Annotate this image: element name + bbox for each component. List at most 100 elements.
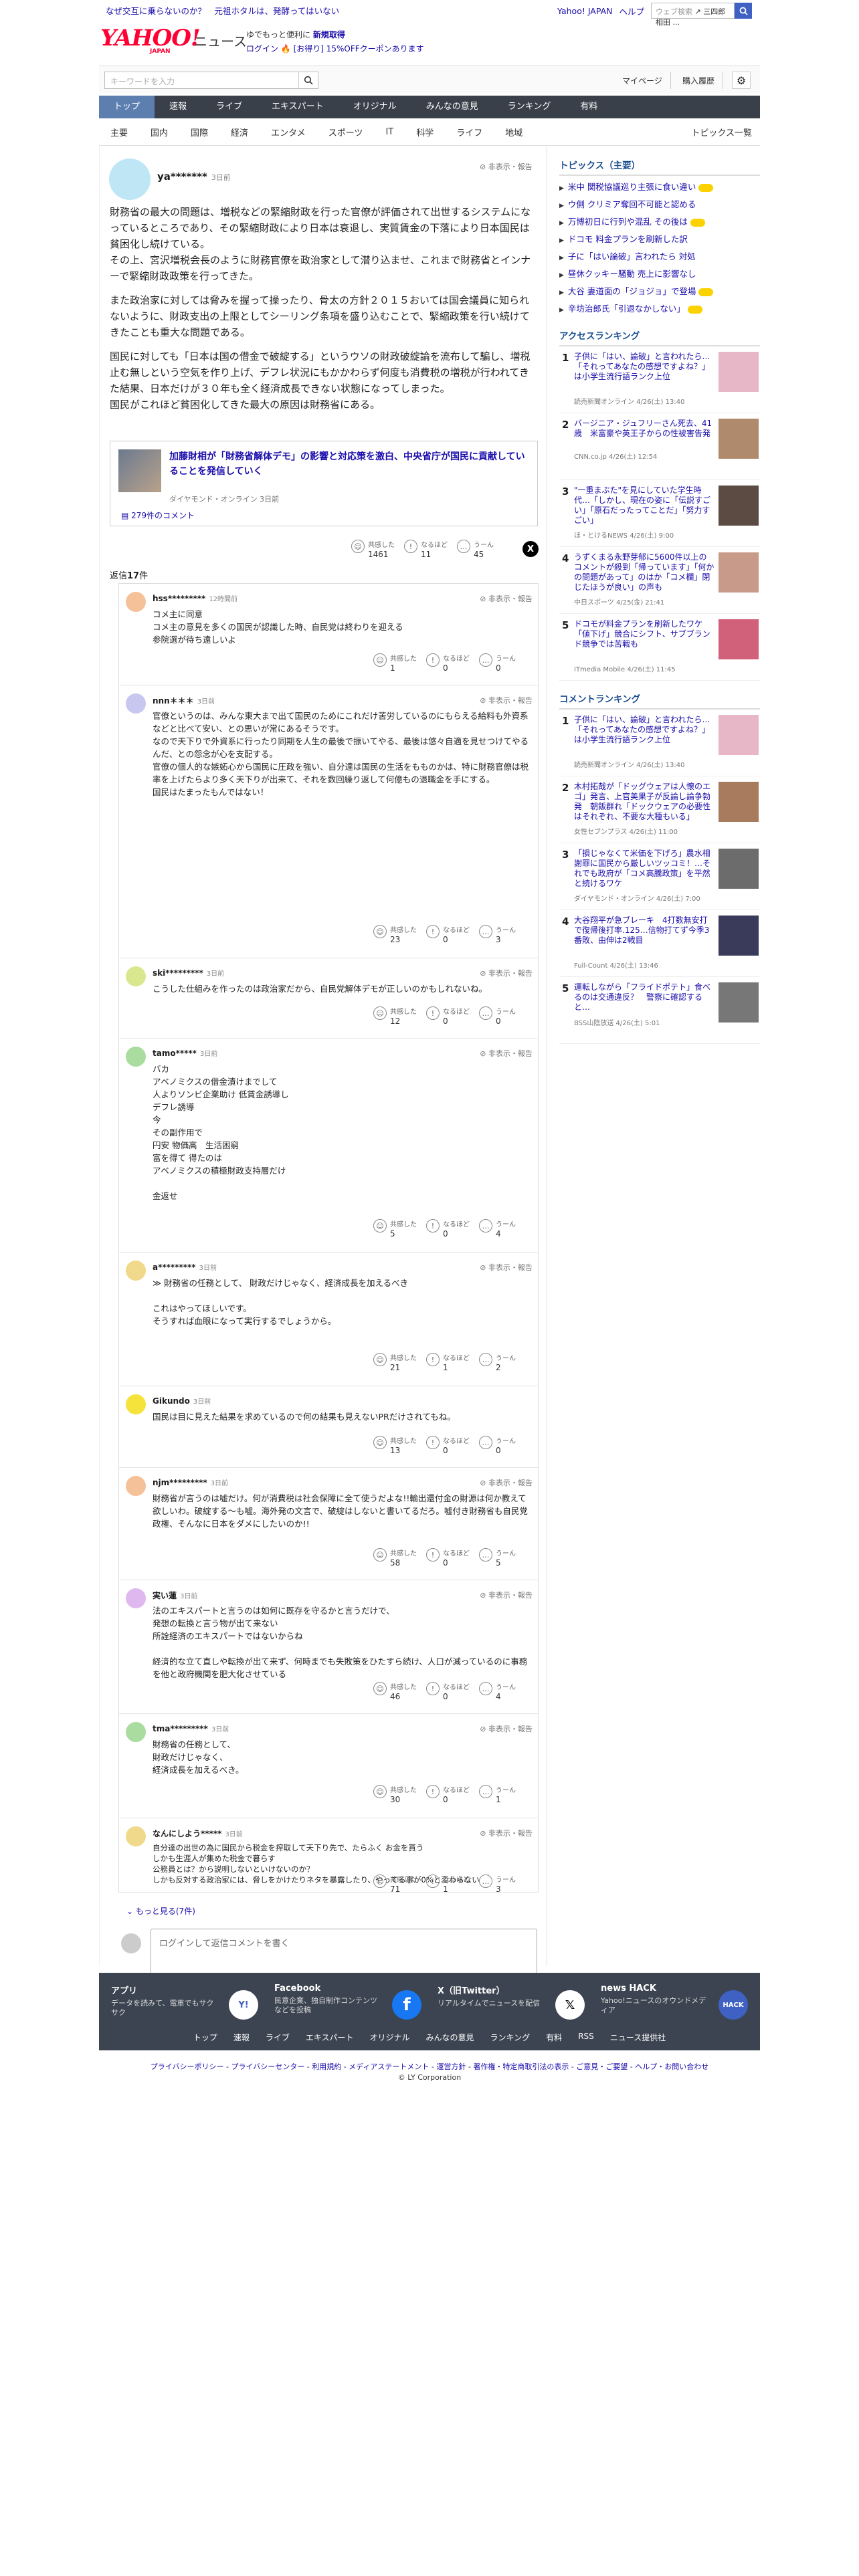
nav-original[interactable]: オリジナル: [339, 96, 411, 118]
reaction-insight[interactable]: ! なるほど 0: [426, 653, 470, 673]
reply-comment-input[interactable]: ログインして返信コメントを書く: [151, 1929, 537, 1977]
topic-item[interactable]: ▶ 子に「はい論破」言われたら 対処: [559, 248, 760, 265]
reply-author[interactable]: Gikundo 3日前: [153, 1396, 211, 1406]
hide-report-button[interactable]: ⊘ 非表示・報告: [480, 1590, 533, 1600]
nav-expert[interactable]: エキスパート: [257, 96, 339, 118]
reply-author[interactable]: なんにしよう***** 3日前: [153, 1828, 243, 1839]
ranking-item[interactable]: 2 バージニア・ジュフリーさん死去、41歳 米富豪や英王子からの性被害告発 CNN.…: [559, 413, 760, 480]
reaction-hmm[interactable]: … うーん 4: [479, 1219, 516, 1239]
signup-link[interactable]: 新規取得: [313, 30, 345, 39]
footer-nav-item[interactable]: ランキング: [490, 2032, 531, 2043]
reaction-hmm[interactable]: … うーん 0: [479, 1006, 516, 1026]
reaction-hmm[interactable]: … うーん 45: [457, 540, 494, 559]
reaction-insight[interactable]: ! なるほど 0: [426, 1548, 470, 1568]
cat-entertainment[interactable]: エンタメ: [260, 126, 317, 138]
cat-domestic[interactable]: 国内: [139, 126, 179, 138]
reply-author[interactable]: 実い蓮 3日前: [153, 1590, 197, 1601]
nav-breaking[interactable]: 速報: [155, 96, 201, 118]
hide-report-button[interactable]: ⊘ 非表示・報告: [480, 593, 533, 604]
topic-item[interactable]: ▶ 辛坊治郎氏「引退なかしない」: [559, 300, 760, 318]
footer-facebook[interactable]: Facebook 民意企業、独自制作コンテンツなどを投稿 f: [274, 1983, 428, 2020]
topic-item[interactable]: ▶ 大谷 妻道面の「ジョジョ」で登場: [559, 283, 760, 300]
footer-app[interactable]: アプリ データを読みて、電車でもサクサク Y!: [111, 1983, 265, 2020]
reaction-hmm[interactable]: … うーん 3: [479, 1874, 516, 1894]
nav-ranking[interactable]: ランキング: [493, 96, 566, 118]
topic-item[interactable]: ▶ 昼休クッキー騒動 売上に影響なし: [559, 265, 760, 283]
ranking-item[interactable]: 5 ドコモが料金プランを刷新したワケ 「値下げ」競合にシフト、サブブランド競争では…: [559, 614, 760, 681]
footer-nav-item[interactable]: 有料: [546, 2032, 562, 2043]
hide-report-button[interactable]: ⊘ 非表示・報告: [480, 695, 533, 706]
hide-report-button[interactable]: ⊘ 非表示・報告: [480, 1723, 533, 1734]
reaction-hmm[interactable]: … うーん 2: [479, 1353, 516, 1372]
reaction-empathy[interactable]: ☺ 共感した 23: [373, 925, 417, 944]
reply-author[interactable]: hss********* 12時間前: [153, 593, 237, 603]
ranking-item[interactable]: 1 子供に「はい、論破」と言われたら…「それってあなたの感想ですよね？」は小学生流…: [559, 346, 760, 413]
reaction-insight[interactable]: ! なるほど 11: [404, 540, 448, 559]
reaction-empathy[interactable]: ☺ 共感した 46: [373, 1682, 417, 1701]
reaction-hmm[interactable]: … うーん 1: [479, 1785, 516, 1804]
comment-author[interactable]: ya******* 3日前: [157, 171, 231, 183]
promo-link[interactable]: なぜ交互に乗らないのか？ 元祖ホタルは、発酵ってはいない: [106, 6, 339, 16]
hide-report-button[interactable]: ⊘ 非表示・報告: [480, 968, 533, 978]
footer-nav-item[interactable]: ライブ: [266, 2032, 290, 2043]
footer-nav-item[interactable]: みんなの意見: [426, 2032, 474, 2043]
cat-sports[interactable]: スポーツ: [317, 126, 375, 138]
topic-item[interactable]: ▶ 米中 関税協議巡り主張に食い違い: [559, 179, 760, 196]
footer-x[interactable]: X（旧Twitter） リアルタイムでニュースを配信 𝕏: [438, 1983, 591, 2020]
footer-nav-item[interactable]: ニュース提供社: [610, 2032, 666, 2043]
reaction-insight[interactable]: ! なるほど 0: [426, 925, 470, 944]
topic-item[interactable]: ▶ 万博初日に行列や混乱 その後は: [559, 213, 760, 231]
reaction-empathy[interactable]: ☺ 共感した 30: [373, 1785, 417, 1804]
nav-live[interactable]: ライブ: [201, 96, 257, 118]
ranking-item[interactable]: 2 木村拓哉が「ドッグウェアは人懐のエゴ」発言、上官美果子が反論し論争勃発 朝飯群…: [559, 776, 760, 843]
nav-paid[interactable]: 有料: [565, 96, 612, 118]
login-link[interactable]: ログイン 🔥 [お得り] 15%OFFクーポンあります: [246, 42, 424, 56]
reaction-hmm[interactable]: … うーん 5: [479, 1548, 516, 1568]
reaction-insight[interactable]: ! なるほど 0: [426, 1682, 470, 1701]
reaction-insight[interactable]: ! なるほど 1: [426, 1874, 470, 1894]
hide-report-button[interactable]: ⊘ 非表示・報告: [480, 1828, 533, 1838]
reaction-empathy[interactable]: ☺ 共感した 58: [373, 1548, 417, 1568]
footer-links[interactable]: プライバシーポリシー - プライバシーセンター - 利用規約 - メディアステー…: [99, 2061, 760, 2072]
article-card[interactable]: 加藤財相が「財務省解体デモ」の影響と対応策を激白、中央省庁が国民に貢献しているこ…: [110, 441, 538, 526]
reply-author[interactable]: tma********* 3日前: [153, 1723, 229, 1733]
reply-author[interactable]: ski********* 3日前: [153, 968, 224, 978]
footer-nav-item[interactable]: 速報: [233, 2032, 250, 2043]
footer-nav-item[interactable]: オリジナル: [370, 2032, 410, 2043]
yahoo-news-logo[interactable]: YAHOO! JAPAN ニュース: [100, 27, 247, 55]
reaction-empathy[interactable]: ☺ 共感した 12: [373, 1006, 417, 1026]
nav-top[interactable]: トップ: [99, 96, 155, 118]
ranking-item[interactable]: 5 運転しながら「フライドポテト」食べるのは交通違反？ 警察に確認すると… BSS山…: [559, 977, 760, 1044]
reply-author[interactable]: njm********* 3日前: [153, 1477, 228, 1487]
footer-newshack[interactable]: news HACK Yahoo!ニュースのオウンドメディア HACK: [601, 1983, 755, 2020]
reaction-insight[interactable]: ! なるほど 0: [426, 1785, 470, 1804]
footer-nav-item[interactable]: トップ: [193, 2032, 217, 2043]
hide-report-button[interactable]: ⊘ 非表示・報告: [480, 161, 533, 172]
ranking-item[interactable]: 4 うずくまる永野芽郁に5600件以上のコメントが殺到「帰っています」「何かの問題…: [559, 547, 760, 614]
hide-report-button[interactable]: ⊘ 非表示・報告: [480, 1477, 533, 1488]
topic-item[interactable]: ▶ ドコモ 料金プランを刷新した訳: [559, 231, 760, 248]
reaction-hmm[interactable]: … うーん 3: [479, 925, 516, 944]
ranking-item[interactable]: 1 子供に「はい、論破」と言われたら…「それってあなたの感想ですよね？」は小学生流…: [559, 710, 760, 776]
article-title[interactable]: 加藤財相が「財務省解体デモ」の影響と対応策を激白、中央省庁が国民に貢献しているこ…: [169, 449, 531, 479]
reaction-empathy[interactable]: ☺ 共感した 21: [373, 1353, 417, 1372]
topic-item[interactable]: ▶ ウ側 クリミア奪回不可能と認める: [559, 196, 760, 213]
login-promo[interactable]: ゆでもっと便利に 新規取得 ログイン 🔥 [お得り] 15%OFFクーポンありま…: [246, 28, 424, 56]
help-link[interactable]: ヘルプ: [619, 5, 644, 17]
reply-author[interactable]: a********* 3日前: [153, 1262, 217, 1272]
reaction-hmm[interactable]: … うーん 4: [479, 1682, 516, 1701]
gear-icon[interactable]: ⚙: [732, 72, 751, 89]
hide-report-button[interactable]: ⊘ 非表示・報告: [480, 1048, 533, 1059]
topics-list-link[interactable]: トピックス一覧: [691, 126, 752, 138]
reaction-empathy[interactable]: ☺ 共感した 1: [373, 653, 417, 673]
mypage-link[interactable]: マイページ: [614, 72, 671, 89]
more-replies-button[interactable]: ⌄ もっと見る(7件): [126, 1905, 195, 1917]
x-share-icon[interactable]: X: [522, 541, 539, 557]
reaction-empathy[interactable]: ☺ 共感した 1461: [351, 540, 395, 559]
cat-world[interactable]: 国際: [179, 126, 219, 138]
footer-nav-item[interactable]: RSS: [578, 2032, 594, 2043]
ranking-item[interactable]: 3 「損じゃなくて米価を下げろ」農水相謝罪に国民から厳しいツッコミ！…それでも政府…: [559, 843, 760, 910]
search-icon[interactable]: [735, 3, 752, 19]
cat-life[interactable]: ライフ: [445, 126, 494, 138]
reaction-empathy[interactable]: ☺ 共感した 71: [373, 1874, 417, 1894]
